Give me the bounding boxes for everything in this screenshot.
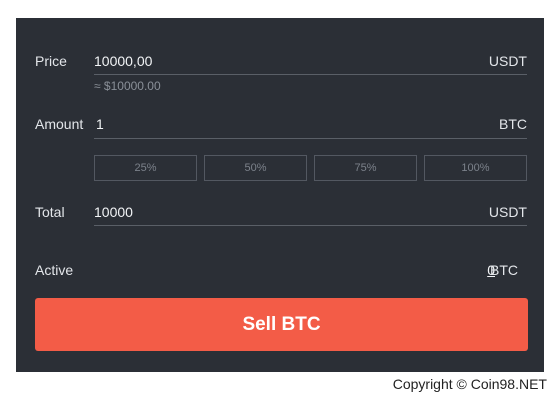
percent-button-75[interactable]: 75% xyxy=(314,155,417,181)
sell-order-form: Price 10000,00 USDT ≈ $10000.00 Amount 1… xyxy=(16,18,544,372)
active-label: Active xyxy=(35,262,74,278)
total-unit: USDT xyxy=(488,204,527,220)
amount-unit: BTC xyxy=(499,116,527,132)
percent-button-25[interactable]: 25% xyxy=(94,155,197,181)
total-input[interactable]: 10000 xyxy=(94,204,133,220)
active-unit: BTC xyxy=(490,262,518,278)
price-input[interactable]: 10000,00 xyxy=(94,53,152,69)
percent-buttons: 25% 50% 75% 100% xyxy=(94,155,527,183)
amount-label: Amount xyxy=(35,116,84,132)
price-usd-estimate: ≈ $10000.00 xyxy=(94,79,161,93)
price-label: Price xyxy=(35,53,67,69)
total-label: Total xyxy=(35,204,65,220)
price-unit: USDT xyxy=(488,53,527,69)
amount-input-underline xyxy=(94,138,527,139)
price-input-underline xyxy=(94,74,527,75)
percent-button-50[interactable]: 50% xyxy=(204,155,307,181)
percent-button-100[interactable]: 100% xyxy=(424,155,527,181)
copyright-text: Copyright © Coin98.NET xyxy=(392,376,547,392)
total-input-underline xyxy=(94,225,527,226)
sell-btc-button[interactable]: Sell BTC xyxy=(35,298,528,351)
amount-input[interactable]: 1 xyxy=(96,116,104,132)
